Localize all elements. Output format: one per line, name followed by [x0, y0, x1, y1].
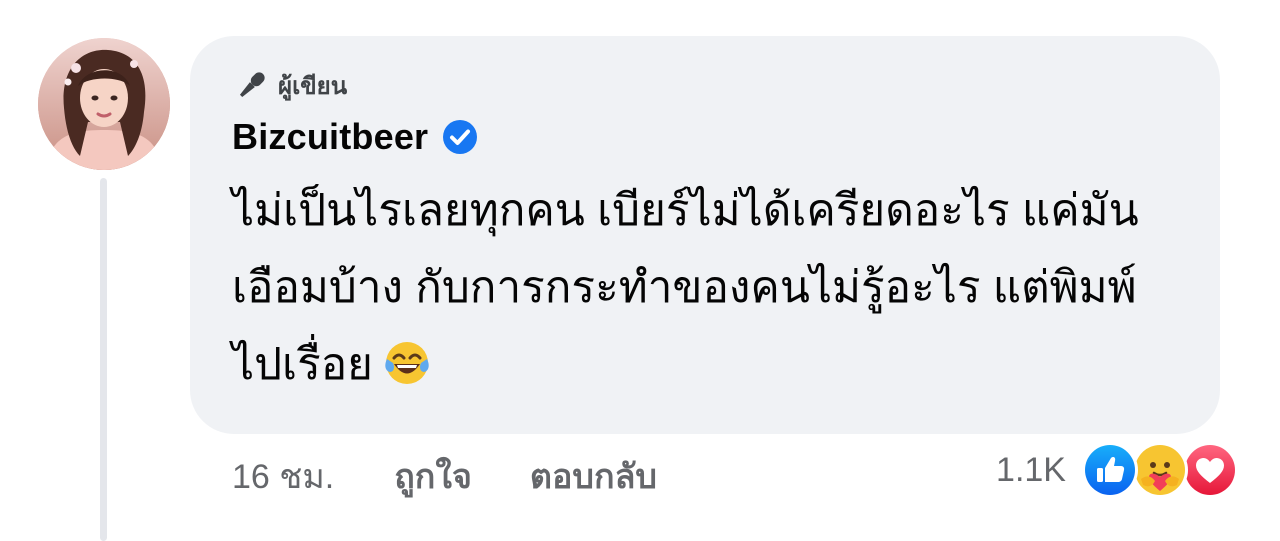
- thread-line: [100, 178, 107, 541]
- face-with-tears-of-joy-icon: [385, 342, 429, 384]
- timestamp[interactable]: 16 ชม.: [232, 449, 334, 503]
- care-reaction-icon: [1132, 442, 1188, 498]
- author-badge: ผู้เขียน: [232, 66, 347, 105]
- avatar[interactable]: [38, 38, 170, 170]
- author-tag-label: ผู้เขียน: [278, 73, 348, 100]
- verified-badge-icon: [443, 120, 478, 154]
- avatar-photo: [38, 38, 170, 170]
- comment-thread: ผู้เขียน Bizcuitbeer ไม่เป็นไรเลยทุกคน เ…: [0, 0, 1280, 541]
- love-reaction-icon: [1182, 442, 1238, 498]
- author-name-row: Bizcuitbeer: [232, 116, 478, 158]
- comment-text: ไม่เป็นไรเลยทุกคน เบียร์ไม่ได้เครียดอะไร…: [232, 172, 1202, 403]
- like-reaction-icon: [1082, 442, 1138, 498]
- like-button[interactable]: ถูกใจ: [394, 449, 472, 503]
- reaction-count: 1.1K: [996, 450, 1066, 489]
- comment-line: ไปเรื่อย: [232, 340, 373, 389]
- reply-button[interactable]: ตอบกลับ: [530, 449, 657, 503]
- author-name[interactable]: Bizcuitbeer: [232, 116, 428, 158]
- comment-line-last: ไปเรื่อย: [232, 326, 1202, 403]
- reaction-icons: [1082, 440, 1240, 500]
- microphone-icon: [239, 71, 265, 97]
- reaction-summary[interactable]: 1.1K: [996, 440, 1240, 500]
- comment-line: เอือมบ้าง กับการกระทำของคนไม่รู้อะไร แต่…: [232, 263, 1137, 312]
- comment-actions: 16 ชม. ถูกใจ ตอบกลับ: [232, 449, 657, 503]
- comment-line: ไม่เป็นไรเลยทุกคน เบียร์ไม่ได้เครียดอะไร…: [232, 186, 1139, 235]
